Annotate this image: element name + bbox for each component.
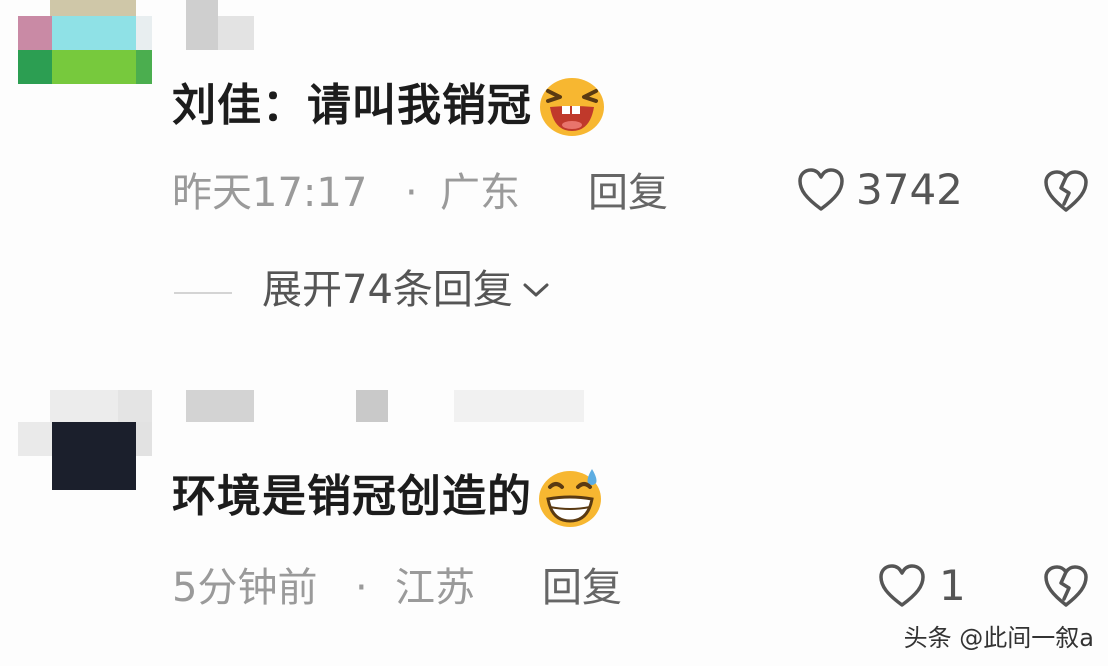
expand-divider xyxy=(174,292,232,294)
like-count: 1 xyxy=(939,561,966,610)
broken-heart-icon xyxy=(1042,168,1090,214)
comment-body: 环境是销冠创造的 xyxy=(172,466,606,528)
grin-sweat-emoji xyxy=(536,465,606,529)
watermark: 头条 @此间一叙a xyxy=(903,624,1094,652)
comment-time: 昨天17:17 xyxy=(172,170,368,216)
heart-outline-icon xyxy=(877,562,927,610)
avatar[interactable] xyxy=(18,0,152,84)
meta-separator: · xyxy=(405,170,418,216)
heart-outline-icon xyxy=(796,166,846,214)
dislike-button[interactable] xyxy=(1042,563,1090,609)
broken-heart-icon xyxy=(1042,563,1090,609)
reply-button[interactable]: 回复 xyxy=(588,173,668,213)
meta-separator: · xyxy=(355,565,368,611)
like-count: 3742 xyxy=(856,165,963,214)
username[interactable] xyxy=(186,390,646,422)
comment-time: 5分钟前 xyxy=(172,565,318,611)
expand-replies-label: 展开74条回复 xyxy=(262,267,513,313)
expand-replies-button[interactable]: 展开74条回复 xyxy=(262,270,551,310)
comment-location: 江苏 xyxy=(395,565,475,611)
like-button[interactable]: 3742 xyxy=(796,166,963,214)
comment-location: 广东 xyxy=(440,170,520,216)
reply-button[interactable]: 回复 xyxy=(542,568,622,608)
comment-body: 刘佳：请叫我销冠 xyxy=(172,75,606,137)
like-button[interactable]: 1 xyxy=(877,562,966,610)
dislike-button[interactable] xyxy=(1042,168,1090,214)
comment-text: 刘佳：请叫我销冠 xyxy=(172,80,532,131)
comment-screen: { "comments": [ { "text": "刘佳：请叫我销冠", "e… xyxy=(0,0,1108,666)
username[interactable] xyxy=(186,0,254,50)
comment-text: 环境是销冠创造的 xyxy=(172,471,532,522)
avatar[interactable] xyxy=(18,390,152,490)
chevron-down-icon xyxy=(521,280,551,300)
grinning-squint-emoji xyxy=(536,75,606,137)
